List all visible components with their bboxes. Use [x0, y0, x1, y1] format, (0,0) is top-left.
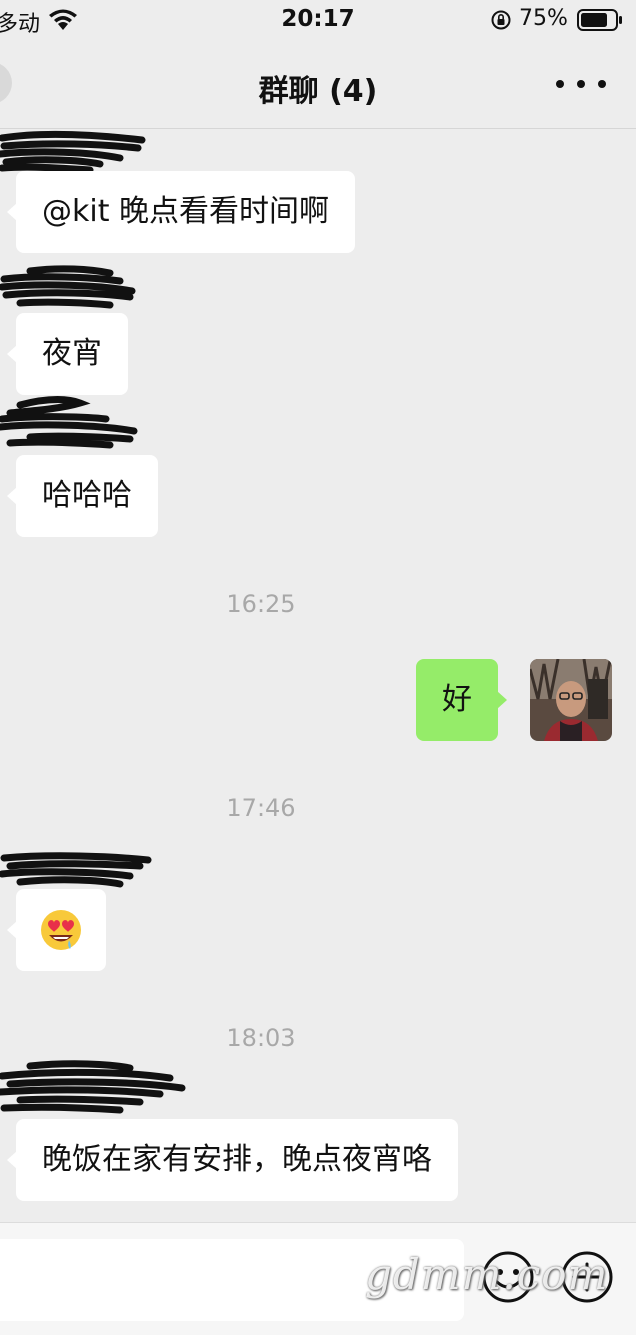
my-avatar[interactable]	[530, 659, 612, 741]
my-message-bubble[interactable]: 好	[416, 659, 507, 741]
rotation-lock-icon	[491, 10, 511, 30]
message-text: @kit 晚点看看时间啊	[42, 194, 330, 229]
redacted-sender-name	[0, 396, 138, 449]
redacted-sender-name	[0, 852, 152, 888]
timestamp: 18:03	[226, 1024, 296, 1052]
message-text: 哈哈哈	[42, 478, 132, 513]
dot-icon	[556, 80, 564, 88]
battery-percent: 75%	[519, 6, 568, 31]
message-bubble[interactable]: 哈哈哈	[7, 455, 158, 537]
redacted-sender-name	[0, 1060, 186, 1114]
message-bubble[interactable]: @kit 晚点看看时间啊	[6, 171, 356, 253]
message-bubble[interactable]: 晚饭在家有安排，晚点夜宵咯	[7, 1119, 458, 1201]
dot-icon	[598, 80, 606, 88]
drooling-heart-eyes-emoji-icon	[41, 910, 81, 950]
chat-title: 群聊 (4)	[258, 74, 378, 109]
redacted-sender-name	[0, 130, 146, 173]
more-options-button[interactable]	[556, 66, 606, 102]
message-text: 晚饭在家有安排，晚点夜宵咯	[42, 1142, 432, 1177]
watermark: gdmm.com	[365, 1250, 609, 1299]
nav-bar: 群聊 (4)	[0, 42, 636, 129]
redacted-sender-name	[0, 265, 136, 309]
dot-icon	[577, 80, 585, 88]
timestamp: 16:25	[226, 590, 296, 618]
timestamp: 17:46	[226, 794, 296, 822]
message-text: 夜宵	[42, 336, 102, 371]
message-bubble[interactable]	[7, 889, 106, 971]
battery-icon	[577, 9, 622, 31]
status-bar: 多动 20:17 75%	[0, 0, 636, 42]
message-text: 好	[442, 682, 472, 717]
message-bubble[interactable]: 夜宵	[7, 313, 128, 395]
